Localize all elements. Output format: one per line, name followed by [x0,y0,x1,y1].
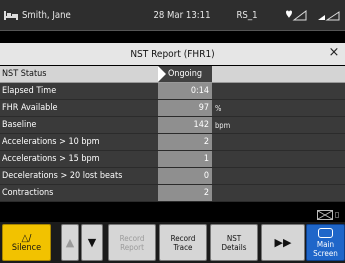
patient-header-bar: Smith, Jane 28 Mar 13:11 RS_1 [0,0,345,31]
row-label: Accelerations > 10 bpm [2,137,100,147]
record-report-line1: Record [119,233,145,243]
status-strip [0,208,345,222]
row-unit: bpm [215,121,231,130]
row-value: 2 [158,185,212,201]
row-label: FHR Available [2,103,58,113]
close-icon[interactable]: × [327,46,341,60]
record-off-icon [335,212,339,218]
row-unit [212,151,215,167]
row-label: Contractions [2,188,54,198]
patient-info[interactable]: Smith, Jane [4,10,136,21]
report-title: NST Report (FHR1) [130,48,215,60]
row-label: Elapsed Time [2,86,57,96]
record-trace-line2: Trace [173,242,193,252]
nst-status-row: NST Status Ongoing [0,66,345,83]
scroll-up-button[interactable]: ▲ [61,224,79,261]
nst-details-line1: NST [226,233,242,243]
table-row: Contractions 2 [0,185,345,202]
patient-name: Smith, Jane [22,9,71,21]
row-value: 0 [158,168,212,184]
wireless-signal-icon [318,11,340,21]
status-arrow-icon [158,66,166,82]
table-row: Elapsed Time 0:14 [0,83,345,100]
arrow-down-icon: ▼ [87,235,97,249]
main-screen-line1: Main [316,239,335,249]
bottom-toolbar: △/ Silence ▲ ▼ Record Report Record Trac… [0,222,345,263]
row-value: 2 [158,134,212,150]
record-report-button[interactable]: Record Report [108,224,156,261]
row-unit [212,185,215,201]
nst-report-table: NST Status Ongoing Elapsed Time 0:14 FHR… [0,66,345,202]
row-label: Decelerations > 20 lost beats [2,171,123,181]
bed-icon [4,11,18,20]
scroll-down-button[interactable]: ▼ [81,224,103,261]
status-value: Ongoing [158,66,212,82]
silence-label: Silence [11,242,42,253]
table-row: Accelerations > 15 bpm 1 [0,151,345,168]
row-value: 0:14 [158,83,212,99]
status-value-text: Ongoing [167,69,203,79]
alarm-off-icon [317,210,333,220]
table-row: Decelerations > 20 lost beats 0 [0,168,345,185]
report-title-bar: NST Report (FHR1) × [0,43,345,65]
row-unit [212,134,215,150]
table-row: FHR Available 97 % [0,100,345,117]
next-page-button[interactable]: ▶▶ [261,224,305,261]
record-trace-button[interactable]: Record Trace [159,224,207,261]
record-report-line2: Report [120,242,144,252]
silence-button[interactable]: △/ Silence [2,224,51,261]
row-value: 142 [158,117,212,133]
row-unit [212,168,215,184]
row-unit [212,83,215,99]
alarm-silence-icon: △/ [21,232,32,244]
heart-signal-icon [286,10,307,21]
nst-details-line2: Details [221,242,247,252]
main-screen-line2: Screen [313,248,338,258]
table-row: Accelerations > 10 bpm 2 [0,134,345,151]
row-label: Accelerations > 15 bpm [2,154,100,164]
status-label: NST Status [2,69,47,79]
row-label: Baseline [2,120,37,130]
date-time: 28 Mar 13:11 [153,9,211,21]
bed-label: RS_1 [236,9,258,21]
arrow-up-icon: ▲ [65,235,75,249]
main-screen-button[interactable]: Main Screen [306,224,345,261]
record-trace-line1: Record [170,233,196,243]
row-unit: % [215,104,222,113]
nst-details-button[interactable]: NST Details [210,224,258,261]
row-value: 97 [158,100,212,116]
row-value: 1 [158,151,212,167]
screen-icon [318,227,333,238]
table-row: Baseline 142 bpm [0,117,345,134]
fast-forward-icon: ▶▶ [274,235,292,249]
